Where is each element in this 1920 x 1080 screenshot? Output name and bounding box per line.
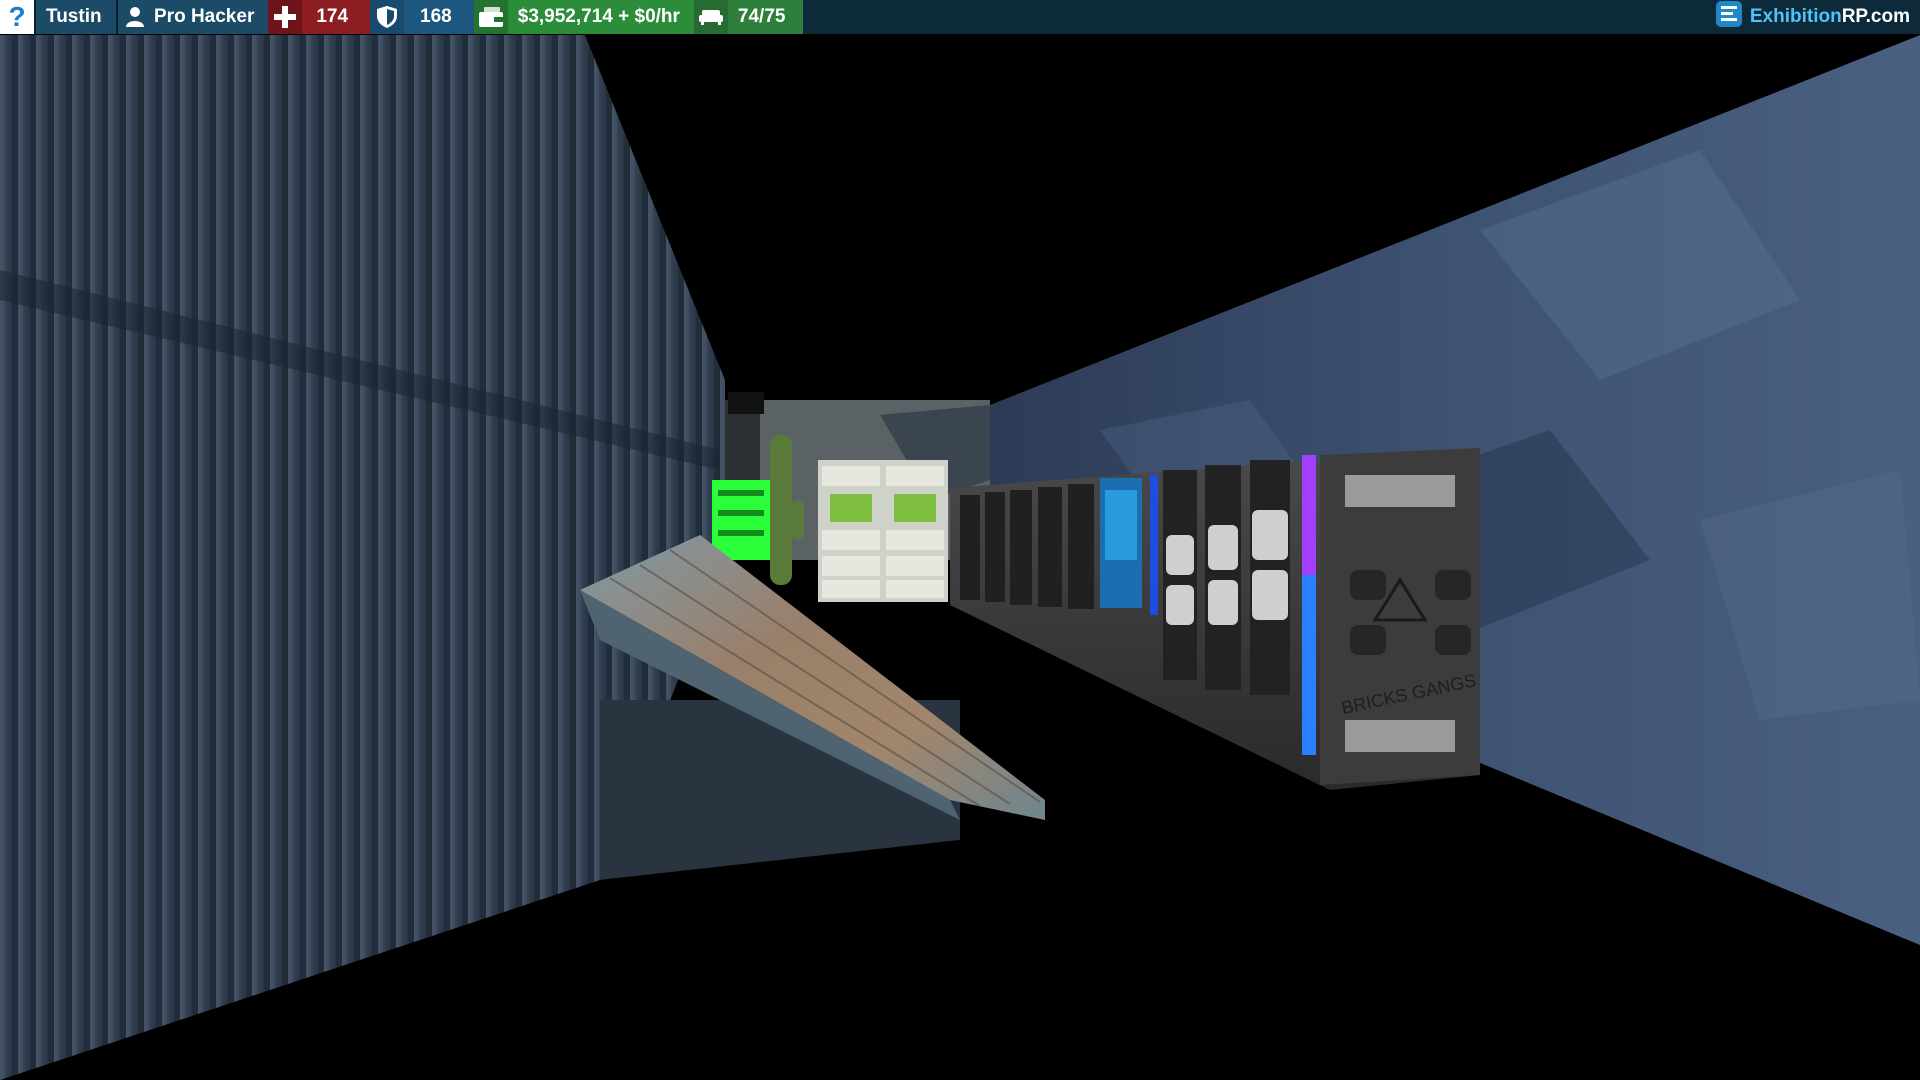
money-segment: $3,952,714 + $0/hr	[473, 0, 694, 34]
person-icon	[118, 0, 152, 34]
shield-icon	[370, 0, 405, 34]
armor-segment: 168	[370, 0, 474, 34]
money-value: $3,952,714 + $0/hr	[517, 6, 680, 27]
green-crate	[712, 480, 770, 560]
game-viewport[interactable]: BRICKS GANGS	[0, 0, 1920, 1080]
health-value: 174	[316, 6, 349, 27]
job-segment: Pro Hacker	[118, 0, 269, 34]
sofa-icon	[693, 0, 728, 34]
job-title: Pro Hacker	[154, 6, 255, 27]
health-segment: 174	[268, 0, 371, 34]
props-segment: 74/75	[693, 0, 804, 34]
props-count: 74/75	[737, 6, 786, 27]
armor-value: 168	[420, 6, 452, 27]
white-server-stack	[818, 460, 948, 602]
brand-logo[interactable]: ExhibitionRP.com	[1714, 0, 1910, 34]
exhibition-logo-icon	[1714, 0, 1744, 35]
brand-name-part-b: RP.com	[1841, 6, 1910, 27]
brand-name-part-a: Exhibition	[1749, 6, 1842, 27]
wallet-icon	[473, 0, 508, 34]
player-name: Tustin	[46, 6, 102, 27]
player-name-segment: Tustin	[36, 0, 116, 34]
help-button[interactable]: ?	[0, 0, 34, 34]
hud-bar: ? Tustin Pro Hacker 174 168 $3,952,714 +…	[0, 0, 1920, 34]
question-icon: ?	[8, 1, 26, 32]
health-cross-icon	[268, 0, 303, 34]
